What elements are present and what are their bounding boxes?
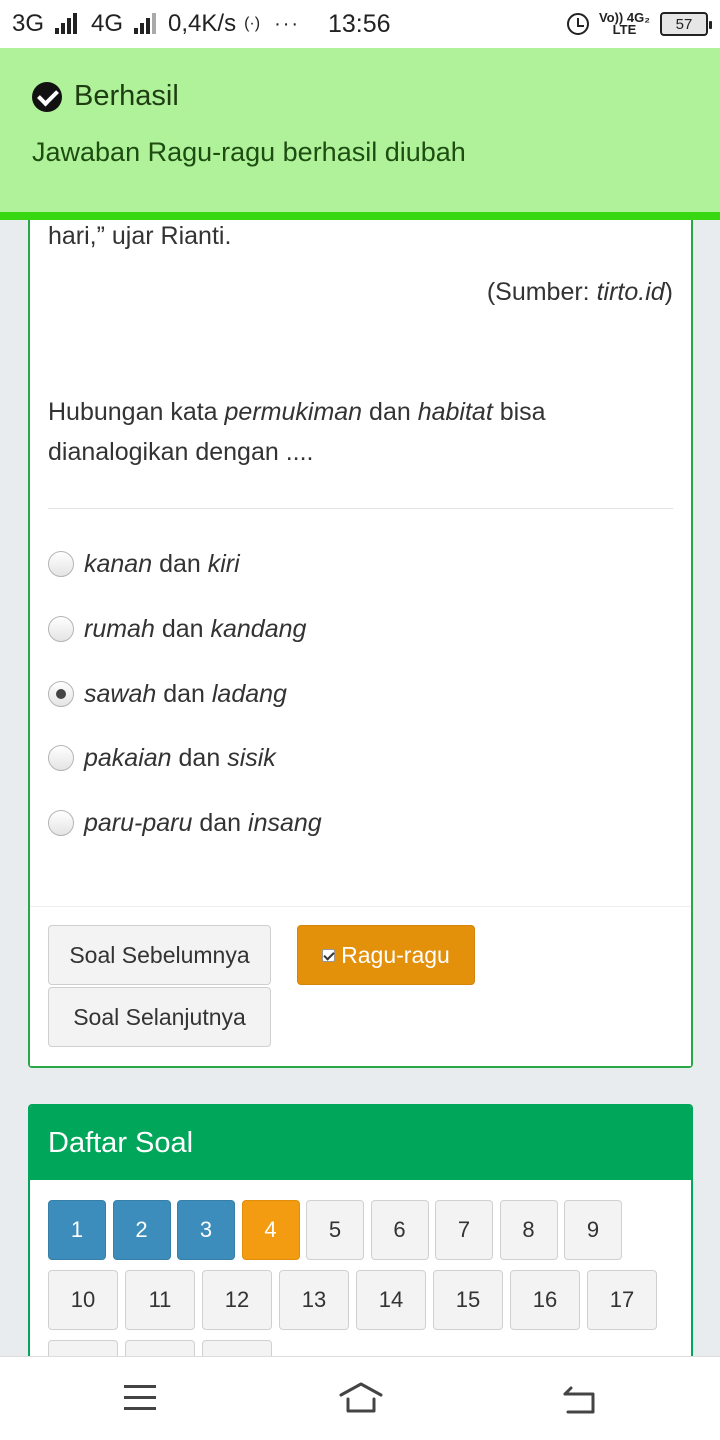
- question-list-title: Daftar Soal: [30, 1106, 691, 1180]
- answer-option[interactable]: kanan dan kiri: [48, 546, 240, 582]
- system-navigation-bar: [0, 1356, 720, 1440]
- question-card: hari,” ujar Rianti. (Sumber: tirto.id) H…: [28, 168, 693, 1068]
- question-number-button[interactable]: 5: [306, 1200, 364, 1260]
- back-icon[interactable]: [562, 1385, 598, 1420]
- next-question-button[interactable]: Soal Selanjutnya: [48, 987, 271, 1047]
- question-number-button[interactable]: 13: [279, 1270, 349, 1330]
- answer-option[interactable]: paru-paru dan insang: [48, 805, 322, 841]
- source-citation: (Sumber: tirto.id): [486, 278, 673, 306]
- radio-button[interactable]: [48, 551, 74, 577]
- radio-button-selected[interactable]: [48, 681, 74, 707]
- toast-message: Jawaban Ragu-ragu berhasil diubah: [32, 137, 466, 167]
- answer-option[interactable]: sawah dan ladang: [48, 676, 287, 712]
- question-number-button[interactable]: 1: [48, 1200, 106, 1260]
- battery-level: 57: [675, 15, 693, 33]
- answer-option[interactable]: rumah dan kandang: [48, 611, 306, 647]
- toast-title: Berhasil: [74, 80, 179, 112]
- question-list-panel: Daftar Soal 1 2 3 4 5 6 7 8 9 10 11 12 13 14 15 16 17: [28, 1104, 693, 1356]
- passage-text: hari,” ujar Rianti.: [48, 222, 232, 250]
- question-number-button[interactable]: [48, 1340, 118, 1356]
- clock: 13:56: [328, 9, 391, 38]
- question-number-button[interactable]: 8: [499, 1200, 558, 1260]
- source-name: tirto.id: [596, 278, 665, 306]
- network-speed: 0,4K/s: [168, 10, 237, 37]
- page-content[interactable]: hari,” ujar Rianti. (Sumber: tirto.id) H…: [0, 48, 720, 1356]
- question-number-button[interactable]: 3: [177, 1200, 235, 1260]
- question-number-button[interactable]: [125, 1340, 195, 1356]
- radio-button[interactable]: [48, 745, 74, 771]
- doubt-button-label: Ragu-ragu: [341, 941, 450, 968]
- checkbox-checked-icon: [322, 948, 336, 962]
- signal-strength-icon: [55, 13, 78, 34]
- divider: [48, 508, 673, 509]
- question-number-button[interactable]: 11: [125, 1270, 195, 1330]
- option-label: pakaian dan sisik: [84, 743, 276, 772]
- question-number-button[interactable]: 17: [587, 1270, 657, 1330]
- status-bar: 3G 4G 0,4K/s (·) ··· 13:56 Vo)) 4G₂ LTE …: [0, 0, 720, 48]
- option-label: kanan dan kiri: [84, 549, 240, 578]
- more-notifications-icon: ···: [274, 12, 301, 35]
- doubt-button[interactable]: Ragu-ragu: [297, 925, 475, 985]
- success-toast[interactable]: Berhasil Jawaban Ragu-ragu berhasil diub…: [0, 48, 720, 220]
- question-number-button[interactable]: 7: [435, 1200, 493, 1260]
- question-number-button[interactable]: 10: [48, 1270, 118, 1330]
- question-number-button[interactable]: 6: [370, 1200, 429, 1260]
- network-3g-label: 3G: [12, 10, 45, 37]
- menu-icon[interactable]: [124, 1385, 156, 1411]
- question-number-button[interactable]: 9: [564, 1200, 622, 1260]
- home-icon[interactable]: [338, 1381, 384, 1420]
- radio-button[interactable]: [48, 810, 74, 836]
- option-label: paru-paru dan insang: [84, 808, 322, 837]
- question-number-button[interactable]: [202, 1340, 272, 1356]
- question-number-button[interactable]: 14: [356, 1270, 426, 1330]
- radio-button[interactable]: [48, 616, 74, 642]
- battery-icon: 57: [660, 12, 712, 36]
- alarm-icon: [566, 13, 589, 35]
- check-circle-icon: [32, 81, 62, 112]
- option-label: rumah dan kandang: [84, 614, 307, 643]
- question-number-button[interactable]: 15: [433, 1270, 503, 1330]
- question-number-button[interactable]: 2: [112, 1200, 171, 1260]
- option-label: sawah dan ladang: [84, 679, 287, 708]
- question-footer: Soal Sebelumnya Ragu-ragu Soal Selanjutn…: [30, 906, 691, 1066]
- volte-indicator: Vo)) 4G₂ LTE: [598, 10, 650, 37]
- question-number-button[interactable]: 12: [202, 1270, 272, 1330]
- question-number-button[interactable]: 4: [241, 1200, 300, 1260]
- question-prompt: Hubungan kata permukiman dan habitat bis…: [48, 398, 546, 466]
- hotspot-icon: (·): [244, 15, 261, 32]
- question-number-button[interactable]: 16: [510, 1270, 580, 1330]
- previous-question-button[interactable]: Soal Sebelumnya: [48, 925, 271, 985]
- network-4g-label: 4G: [91, 10, 124, 37]
- answer-option[interactable]: pakaian dan sisik: [48, 740, 276, 776]
- signal-strength-icon: [134, 13, 157, 34]
